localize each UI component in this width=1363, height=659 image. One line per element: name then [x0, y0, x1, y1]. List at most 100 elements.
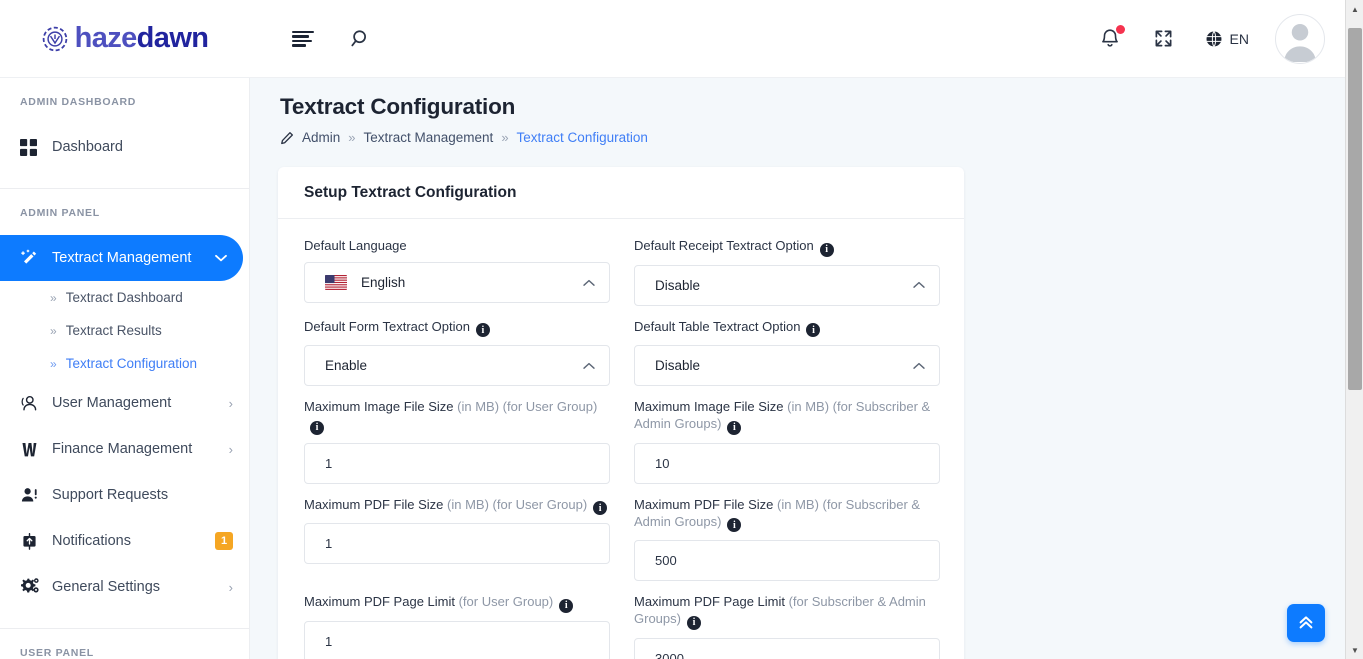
- form-row: Maximum PDF File Size (in MB) (for User …: [304, 496, 940, 582]
- brand-logo[interactable]: hazedawn: [0, 0, 250, 77]
- input-value: 3000: [655, 650, 684, 659]
- sidebar-item-notifications[interactable]: Notifications 1: [0, 518, 249, 564]
- select-value: English: [361, 275, 406, 290]
- info-icon[interactable]: i: [310, 420, 324, 435]
- grid-dashboard-icon: [20, 138, 46, 156]
- double-chevron-right-icon: »: [50, 290, 57, 305]
- language-selector[interactable]: EN: [1205, 30, 1249, 48]
- field-label-text: Maximum Image File Size: [634, 399, 784, 414]
- sidebar-section-user-panel: USER PANEL: [0, 629, 249, 659]
- info-icon[interactable]: i: [686, 615, 701, 630]
- field-label-text: Default Receipt Textract Option: [634, 238, 814, 253]
- field-default-receipt-textract-option: Default Receipt Textract Option i Disable: [634, 237, 940, 306]
- scrollbar-down-arrow[interactable]: ▼: [1346, 641, 1363, 659]
- max-image-size-user-group-input[interactable]: 1: [304, 442, 610, 484]
- select-value: Disable: [655, 358, 701, 373]
- input-value: 1: [325, 455, 333, 471]
- brand-name-first: haze: [74, 22, 138, 54]
- max-pdf-pages-subscriber-admin-input[interactable]: 3000: [634, 637, 940, 659]
- search-button[interactable]: [346, 24, 376, 54]
- field-max-pdf-pages-subscriber-admin: Maximum PDF Page Limit (for Subscriber &…: [634, 593, 940, 659]
- sidebar-item-label: Support Requests: [52, 487, 169, 503]
- scrollbar-thumb[interactable]: [1348, 28, 1362, 390]
- sidebar-subitem-label: Textract Dashboard: [65, 290, 183, 305]
- info-icon[interactable]: i: [475, 323, 490, 337]
- sidebar-item-general-settings[interactable]: General Settings ›: [0, 564, 249, 610]
- chevron-up-icon: [583, 362, 595, 370]
- notification-indicator-dot: [1115, 24, 1125, 34]
- globe-icon: [1205, 30, 1223, 48]
- breadcrumb-item-current[interactable]: Textract Configuration: [517, 130, 648, 145]
- status-badge: 1: [215, 532, 233, 550]
- form-row: Default Language English Default Receipt…: [304, 237, 940, 306]
- fullscreen-button[interactable]: [1149, 24, 1179, 54]
- sidebar-heading-admin-panel: ADMIN PANEL: [20, 207, 100, 219]
- gears-icon: [20, 577, 46, 597]
- chevron-right-icon: ›: [228, 395, 233, 411]
- default-language-select[interactable]: English: [304, 262, 610, 303]
- sidebar-item-support-requests[interactable]: Support Requests: [0, 472, 249, 518]
- info-icon[interactable]: i: [727, 518, 742, 532]
- card-title: Setup Textract Configuration: [304, 183, 517, 201]
- sidebar-subitem-textract-results[interactable]: » Textract Results: [0, 314, 249, 347]
- sidebar-item-dashboard[interactable]: Dashboard: [0, 124, 249, 170]
- field-label: Maximum PDF File Size (in MB) (for User …: [304, 496, 610, 515]
- default-receipt-textract-select[interactable]: Disable: [634, 264, 940, 306]
- scroll-to-top-button[interactable]: [1287, 604, 1325, 642]
- info-icon[interactable]: i: [819, 242, 834, 257]
- info-icon[interactable]: i: [806, 323, 821, 337]
- sidebar-item-label: Notifications: [52, 533, 131, 549]
- hamburger-menu-icon: [292, 30, 314, 47]
- field-label-text: Default Table Textract Option: [634, 318, 801, 334]
- avatar[interactable]: [1275, 13, 1325, 64]
- field-label: Maximum PDF Page Limit (for User Group) i: [304, 593, 610, 613]
- sidebar-heading-admin-dashboard: ADMIN DASHBOARD: [20, 96, 137, 108]
- max-pdf-pages-user-group-input[interactable]: 1: [304, 620, 610, 659]
- sidebar-item-label: General Settings: [52, 579, 161, 595]
- us-flag-icon: [325, 275, 347, 290]
- field-default-language: Default Language English: [304, 237, 610, 306]
- form-row: Default Form Textract Option i Enable Def: [304, 318, 940, 386]
- sidebar-item-finance-management[interactable]: Finance Management ›: [0, 426, 249, 472]
- max-pdf-size-subscriber-admin-input[interactable]: 500: [634, 540, 940, 581]
- field-label-text: Maximum PDF File Size: [304, 496, 444, 512]
- info-icon[interactable]: i: [559, 598, 574, 613]
- sidebar-item-label: Dashboard: [52, 139, 123, 155]
- max-image-size-subscriber-admin-input[interactable]: 10: [634, 442, 940, 484]
- sidebar-toggle-button[interactable]: [288, 24, 318, 54]
- sidebar-subitem-textract-configuration[interactable]: » Textract Configuration: [0, 347, 249, 380]
- default-form-textract-select[interactable]: Enable: [304, 345, 610, 386]
- support-person-icon: [20, 486, 46, 505]
- input-value: 500: [655, 553, 677, 568]
- info-icon[interactable]: i: [593, 501, 608, 515]
- breadcrumb-item-textract-management[interactable]: Textract Management: [364, 130, 494, 145]
- scrollbar-up-arrow[interactable]: ▲: [1346, 0, 1363, 18]
- double-chevron-right-icon: »: [50, 323, 57, 338]
- field-label-muted: (in MB) (for User Group): [453, 399, 598, 414]
- sidebar-item-user-management[interactable]: User Management ›: [0, 380, 249, 426]
- field-max-pdf-size-user-group: Maximum PDF File Size (in MB) (for User …: [304, 496, 610, 582]
- hexagon-logo-icon: [42, 26, 68, 52]
- breadcrumb-item-admin[interactable]: Admin: [302, 130, 340, 145]
- notification-box-icon: [20, 532, 46, 551]
- sidebar-item-textract-management[interactable]: Textract Management: [0, 235, 243, 281]
- fullscreen-expand-icon: [1154, 29, 1173, 48]
- max-pdf-size-user-group-input[interactable]: 1: [304, 523, 610, 564]
- sidebar-item-label: Finance Management: [52, 441, 193, 457]
- sidebar-subitem-textract-dashboard[interactable]: » Textract Dashboard: [0, 281, 249, 314]
- chevron-down-icon: [215, 254, 227, 262]
- language-code-label: EN: [1229, 30, 1249, 47]
- double-chevron-right-icon: »: [50, 356, 57, 371]
- magic-wand-icon: [20, 249, 46, 268]
- notifications-button[interactable]: [1099, 24, 1125, 52]
- sidebar-subitem-label: Textract Results: [65, 323, 162, 338]
- breadcrumb-separator: »: [501, 130, 509, 145]
- field-label-text: Maximum Image File Size: [304, 399, 454, 414]
- field-label: Maximum PDF Page Limit (for Subscriber &…: [634, 593, 940, 630]
- default-table-textract-select[interactable]: Disable: [634, 345, 940, 386]
- page-scrollbar[interactable]: ▲ ▼: [1345, 0, 1363, 659]
- info-icon[interactable]: i: [727, 420, 742, 435]
- user-avatar-icon: [1284, 23, 1316, 62]
- field-label: Default Table Textract Option i: [634, 318, 940, 337]
- sidebar-section-admin-dashboard: ADMIN DASHBOARD Dashboard: [0, 78, 249, 170]
